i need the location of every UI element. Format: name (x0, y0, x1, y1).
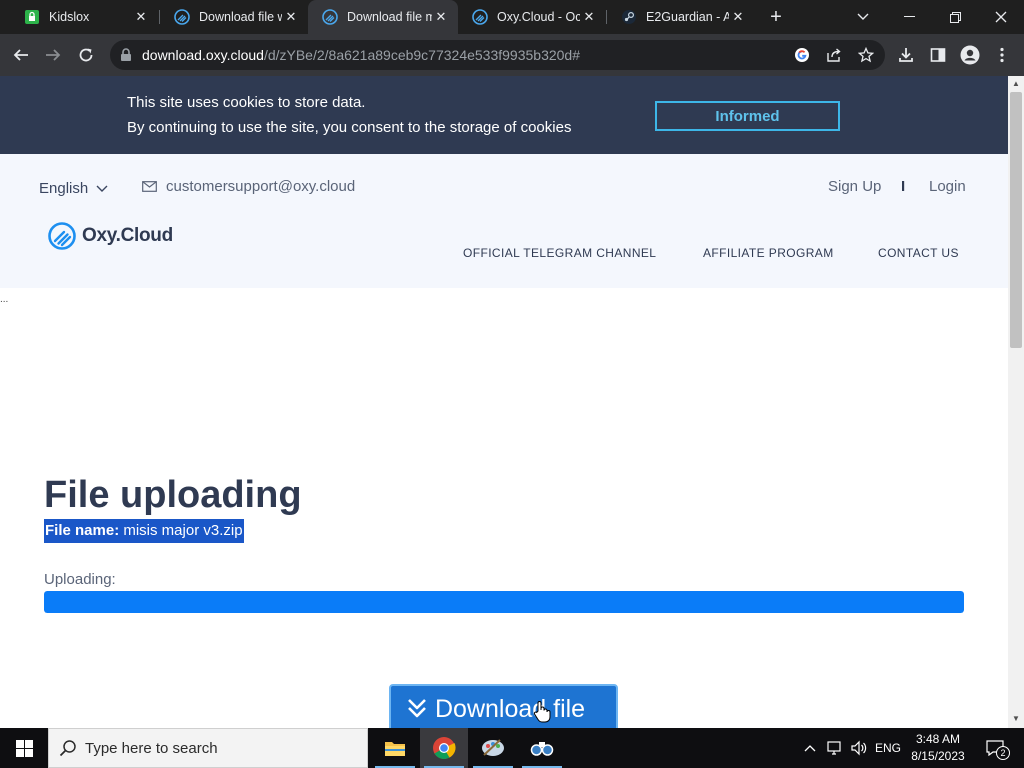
site-logo[interactable]: Oxy.Cloud (48, 222, 173, 250)
url-text[interactable]: download.oxy.cloud/d/zYBe/2/8a621a89ceb9… (142, 46, 580, 64)
auth-separator: I (901, 178, 906, 195)
download-icon[interactable] (893, 42, 919, 68)
steam-icon (621, 9, 637, 25)
support-email[interactable]: customersupport@oxy.cloud (142, 178, 355, 195)
paint-icon[interactable] (469, 728, 517, 768)
close-window-button[interactable] (978, 0, 1024, 34)
ellipsis-text: ... (0, 294, 9, 305)
tab-download-file-w[interactable]: Download file w ✕ (160, 0, 308, 34)
windows-start-icon[interactable] (0, 728, 48, 768)
notification-count: 2 (996, 746, 1010, 760)
nav-affiliate-program[interactable]: AFFILIATE PROGRAM (703, 246, 834, 260)
clock-date: 8/15/2023 (911, 749, 965, 763)
reload-icon[interactable] (73, 42, 99, 68)
cookie-text-line2: By continuing to use the site, you conse… (127, 119, 572, 136)
nav-contact-us[interactable]: CONTACT US (878, 246, 959, 260)
close-icon[interactable]: ✕ (580, 8, 598, 26)
input-language[interactable]: ENG (872, 728, 904, 768)
minimize-button[interactable] (886, 0, 932, 34)
profile-icon[interactable] (957, 42, 983, 68)
back-icon[interactable] (8, 42, 34, 68)
chrome-icon[interactable] (420, 728, 468, 768)
kidslox-icon (24, 9, 40, 25)
oxycloud-icon (472, 9, 488, 25)
taskbar-search[interactable]: Type here to search (48, 728, 368, 768)
uploading-label: Uploading: (44, 571, 116, 588)
double-chevron-down-icon (407, 697, 427, 719)
file-name-value: misis major v3.zip (123, 522, 243, 539)
menu-icon[interactable] (989, 42, 1015, 68)
file-name: File name: misis major v3.zip (44, 519, 244, 543)
url-path: /d/zYBe/2/8a621a89ceb9c77324e533f9935b32… (263, 47, 581, 63)
login-link[interactable]: Login (929, 178, 966, 195)
upload-progress-fill (44, 591, 964, 613)
restore-button[interactable] (932, 0, 978, 34)
tray-chevron-up-icon[interactable] (800, 728, 820, 768)
tab-download-file-m[interactable]: Download file m ✕ (308, 0, 458, 34)
chevron-down-icon (96, 185, 108, 193)
upload-progress-bar (44, 591, 964, 613)
email-text: customersupport@oxy.cloud (166, 178, 356, 195)
tab-search-chevron-icon[interactable] (840, 0, 886, 34)
tab-e2guardian[interactable]: E2Guardian - Ac ✕ (607, 0, 755, 34)
cookie-banner: This site uses cookies to store data. By… (0, 76, 1008, 154)
new-tab-button[interactable]: + (766, 7, 786, 27)
side-panel-icon[interactable] (925, 42, 951, 68)
file-explorer-icon[interactable] (371, 728, 419, 768)
google-icon[interactable] (789, 42, 815, 68)
oxycloud-logo-icon (48, 222, 76, 250)
lock-icon[interactable] (120, 48, 132, 62)
download-file-label: Download file (435, 695, 586, 723)
site-header (0, 154, 1008, 288)
volume-icon[interactable] (848, 728, 870, 768)
nav-telegram-channel[interactable]: OFFICIAL TELEGRAM CHANNEL (463, 246, 656, 260)
share-icon[interactable] (821, 42, 847, 68)
search-placeholder: Type here to search (85, 739, 218, 757)
tab-title: Oxy.Cloud - Oc (497, 10, 580, 24)
close-icon[interactable]: ✕ (132, 8, 150, 26)
page-title: File uploading (44, 474, 302, 516)
system-clock[interactable]: 3:48 AM 8/15/2023 (904, 731, 972, 765)
url-host: download.oxy.cloud (142, 47, 264, 63)
search-icon (59, 739, 77, 757)
web-page: This site uses cookies to store data. By… (0, 76, 1008, 728)
tab-kidslox[interactable]: Kidslox ✕ (10, 0, 158, 34)
scrollbar-thumb[interactable] (1010, 92, 1022, 348)
mail-icon (142, 181, 157, 192)
download-file-button[interactable]: Download file (389, 684, 618, 728)
sign-up-link[interactable]: Sign Up (828, 178, 881, 195)
tab-oxycloud[interactable]: Oxy.Cloud - Oc ✕ (458, 0, 606, 34)
tab-title: Download file m (347, 10, 432, 24)
notification-center-icon[interactable]: 2 (980, 728, 1010, 768)
logo-text: Oxy.Cloud (82, 225, 173, 246)
close-icon[interactable]: ✕ (282, 8, 300, 26)
clock-time: 3:48 AM (915, 732, 961, 746)
bookmark-star-icon[interactable] (853, 42, 879, 68)
close-icon[interactable]: ✕ (729, 8, 747, 26)
tab-title: Kidslox (49, 10, 90, 24)
tab-title: E2Guardian - Ac (646, 10, 729, 24)
oxycloud-icon (174, 9, 190, 25)
informed-button[interactable]: Informed (655, 101, 840, 131)
network-icon[interactable] (824, 728, 846, 768)
tab-title: Download file w (199, 10, 282, 24)
file-name-label: File name: (45, 522, 120, 539)
language-selector[interactable]: English (39, 180, 108, 197)
close-icon[interactable]: ✕ (432, 8, 450, 26)
oxycloud-icon (322, 9, 338, 25)
forward-icon[interactable] (40, 42, 66, 68)
scroll-down-icon[interactable]: ▼ (1008, 712, 1024, 726)
scroll-up-icon[interactable]: ▲ (1008, 77, 1024, 91)
hand-cursor-icon (533, 700, 551, 724)
binoculars-app-icon[interactable] (518, 728, 566, 768)
cookie-text-line1: This site uses cookies to store data. (127, 94, 366, 111)
language-label: English (39, 180, 89, 197)
